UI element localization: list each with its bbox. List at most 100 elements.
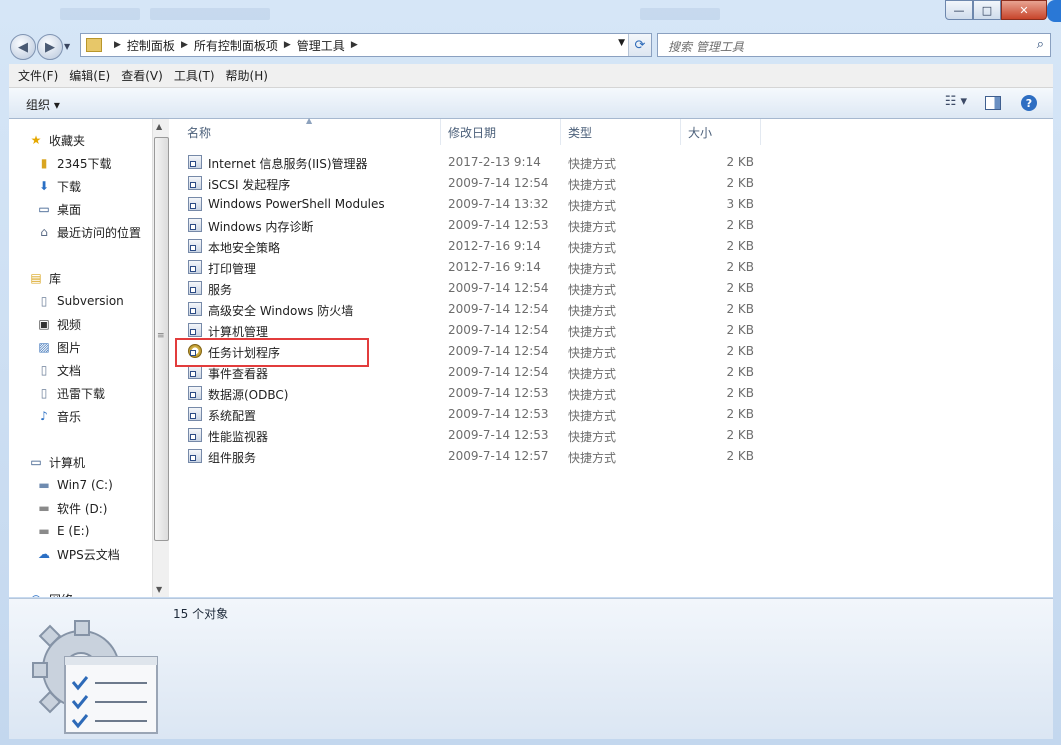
recent-pages-dropdown-icon[interactable]: ▼ xyxy=(64,42,70,51)
breadcrumb-item[interactable]: 管理工具 xyxy=(297,37,345,54)
back-arrow-icon[interactable]: ◀ xyxy=(10,34,36,60)
sidebar-network[interactable]: ◉ 网络 xyxy=(28,589,73,597)
file-name: 数据源(ODBC) xyxy=(208,388,289,402)
file-modified: 2012-7-16 9:14 xyxy=(448,239,541,253)
column-header-name[interactable]: 名称 xyxy=(169,119,441,145)
sidebar-item-videos[interactable]: ▣ 视频 xyxy=(36,314,81,334)
shortcut-icon xyxy=(188,302,202,316)
desktop-icon: ▭ xyxy=(38,202,50,216)
sidebar-favorites[interactable]: ★ 收藏夹 xyxy=(28,130,85,150)
sidebar-item-thunder-downloads[interactable]: ▯ 迅雷下载 xyxy=(36,383,105,403)
file-type: 快捷方式 xyxy=(568,262,617,276)
breadcrumb-item[interactable]: 控制面板 xyxy=(127,37,175,54)
file-modified: 2009-7-14 12:57 xyxy=(448,449,549,463)
sidebar-item-drive-d[interactable]: ▬ 软件 (D:) xyxy=(36,498,107,518)
star-icon: ★ xyxy=(30,133,42,147)
menu-file[interactable]: 文件(F) xyxy=(18,67,58,84)
file-type: 快捷方式 xyxy=(568,367,617,381)
file-row[interactable]: 系统配置 2009-7-14 12:53 快捷方式 2 KB xyxy=(169,404,1053,425)
change-view-icon[interactable]: ☷ ▾ xyxy=(945,94,967,109)
navigation-pane: ★ 收藏夹 ▮ 2345下载 ⬇ 下载 ▭ 桌面 ⌂ 最近访问的位置 ▤ 库 ▯ Subver… xyxy=(9,119,152,597)
help-icon[interactable]: ? xyxy=(1021,95,1037,111)
breadcrumb-separator-icon[interactable]: ▶ xyxy=(284,40,291,50)
file-row[interactable]: 本地安全策略 2012-7-16 9:14 快捷方式 2 KB xyxy=(169,236,1053,257)
file-row[interactable]: 性能监视器 2009-7-14 12:53 快捷方式 2 KB xyxy=(169,425,1053,446)
sidebar-item-music[interactable]: ♪ 音乐 xyxy=(36,406,81,426)
search-input[interactable]: 搜索 管理工具 ⌕ xyxy=(657,33,1051,57)
caption-buttons: — □ ✕ xyxy=(945,0,1047,20)
file-row[interactable]: 服务 2009-7-14 12:54 快捷方式 2 KB xyxy=(169,278,1053,299)
file-type: 快捷方式 xyxy=(568,220,617,234)
address-bar[interactable]: ▶ 控制面板 ▶ 所有控制面板项 ▶ 管理工具 ▶ ▼ ⟳ xyxy=(80,33,652,57)
column-header-type[interactable]: 类型 xyxy=(561,119,681,145)
file-type: 快捷方式 xyxy=(568,346,617,360)
forward-arrow-icon[interactable]: ▶ xyxy=(37,34,63,60)
sidebar-item-subversion[interactable]: ▯ Subversion xyxy=(36,291,124,311)
file-row[interactable]: 组件服务 2009-7-14 12:57 快捷方式 2 KB xyxy=(169,446,1053,467)
column-header-size[interactable]: 大小 xyxy=(681,119,761,145)
file-size: 2 KB xyxy=(726,386,754,400)
file-modified: 2009-7-14 13:32 xyxy=(448,197,549,211)
maximize-button[interactable]: □ xyxy=(973,0,1001,20)
sidebar-item-downloads[interactable]: ⬇ 下载 xyxy=(36,176,81,196)
explorer-window: — □ ✕ ◀ ▶ ▼ ▶ 控制面板 ▶ 所有控制面板项 ▶ 管理工具 ▶ ▼ … xyxy=(0,0,1061,745)
file-row[interactable]: 数据源(ODBC) 2009-7-14 12:53 快捷方式 2 KB xyxy=(169,383,1053,404)
column-header-modified[interactable]: 修改日期 xyxy=(441,119,561,145)
file-size: 2 KB xyxy=(726,281,754,295)
file-row[interactable]: iSCSI 发起程序 2009-7-14 12:54 快捷方式 2 KB xyxy=(169,173,1053,194)
scrollbar-grip-icon: ≡ xyxy=(157,331,165,341)
download-folder-icon: ⬇ xyxy=(38,179,50,193)
sidebar-item-desktop[interactable]: ▭ 桌面 xyxy=(36,199,81,219)
breadcrumb-separator-icon[interactable]: ▶ xyxy=(351,40,358,50)
file-size: 2 KB xyxy=(726,323,754,337)
menu-tools[interactable]: 工具(T) xyxy=(174,67,215,84)
file-modified: 2009-7-14 12:53 xyxy=(448,218,549,232)
sidebar-item-drive-c[interactable]: ▬ Win7 (C:) xyxy=(36,475,112,495)
navigation-scrollbar[interactable]: ▲ ≡ ▼ xyxy=(152,119,169,597)
sidebar-item-drive-e[interactable]: ▬ E (E:) xyxy=(36,521,89,541)
file-modified: 2009-7-14 12:54 xyxy=(448,281,549,295)
file-modified: 2009-7-14 12:54 xyxy=(448,176,549,190)
sidebar-item-wps-cloud[interactable]: ☁ WPS云文档 xyxy=(36,544,120,564)
file-row[interactable]: 打印管理 2012-7-16 9:14 快捷方式 2 KB xyxy=(169,257,1053,278)
minimize-button[interactable]: — xyxy=(945,0,973,20)
sidebar-item-documents[interactable]: ▯ 文档 xyxy=(36,360,81,380)
sidebar-item-pictures[interactable]: ▨ 图片 xyxy=(36,337,81,357)
refresh-icon[interactable]: ⟳ xyxy=(628,34,651,56)
preview-pane-icon[interactable] xyxy=(985,96,1001,110)
sidebar-item-label: 桌面 xyxy=(57,202,82,217)
menu-view[interactable]: 查看(V) xyxy=(121,67,163,84)
breadcrumb-separator-icon[interactable]: ▶ xyxy=(181,40,188,50)
sidebar-item-label: 计算机 xyxy=(49,455,86,470)
close-button[interactable]: ✕ xyxy=(1001,0,1047,20)
file-size: 2 KB xyxy=(726,155,754,169)
shortcut-icon xyxy=(188,176,202,190)
shortcut-icon xyxy=(188,365,202,379)
sidebar-item-label: WPS云文档 xyxy=(57,547,120,562)
scroll-up-arrow-icon[interactable]: ▲ xyxy=(156,122,162,131)
search-icon[interactable]: ⌕ xyxy=(1037,37,1044,52)
breadcrumb-item[interactable]: 所有控制面板项 xyxy=(194,37,278,54)
organize-button[interactable]: 组织 ▾ xyxy=(26,96,60,113)
file-name: 本地安全策略 xyxy=(208,241,281,255)
sidebar-item-recent-places[interactable]: ⌂ 最近访问的位置 xyxy=(36,222,141,242)
sidebar-computer[interactable]: ▭ 计算机 xyxy=(28,452,85,472)
file-row[interactable]: Windows PowerShell Modules 2009-7-14 13:3… xyxy=(169,194,1053,215)
file-type: 快捷方式 xyxy=(568,157,617,171)
address-history-dropdown-icon[interactable]: ▼ xyxy=(618,38,625,48)
menu-help[interactable]: 帮助(H) xyxy=(226,67,268,84)
column-header-label: 名称 xyxy=(187,125,212,140)
file-row[interactable]: Windows 内存诊断 2009-7-14 12:53 快捷方式 2 KB xyxy=(169,215,1053,236)
scroll-down-arrow-icon[interactable]: ▼ xyxy=(156,585,162,594)
item-count: 15 个对象 xyxy=(173,607,229,621)
hard-drive-icon: ▬ xyxy=(38,501,50,515)
sidebar-libraries[interactable]: ▤ 库 xyxy=(28,268,61,288)
menu-edit[interactable]: 编辑(E) xyxy=(69,67,110,84)
file-size: 2 KB xyxy=(726,260,754,274)
breadcrumb-separator-icon[interactable]: ▶ xyxy=(114,40,121,50)
file-name: Windows 内存诊断 xyxy=(208,220,314,234)
sidebar-item-2345downloads[interactable]: ▮ 2345下载 xyxy=(36,153,112,173)
file-row[interactable]: Internet 信息服务(IIS)管理器 2017-2-13 9:14 快捷方式 2… xyxy=(169,152,1053,173)
file-size: 2 KB xyxy=(726,344,754,358)
file-row[interactable]: 高级安全 Windows 防火墙 2009-7-14 12:54 快捷方式 2 KB xyxy=(169,299,1053,320)
